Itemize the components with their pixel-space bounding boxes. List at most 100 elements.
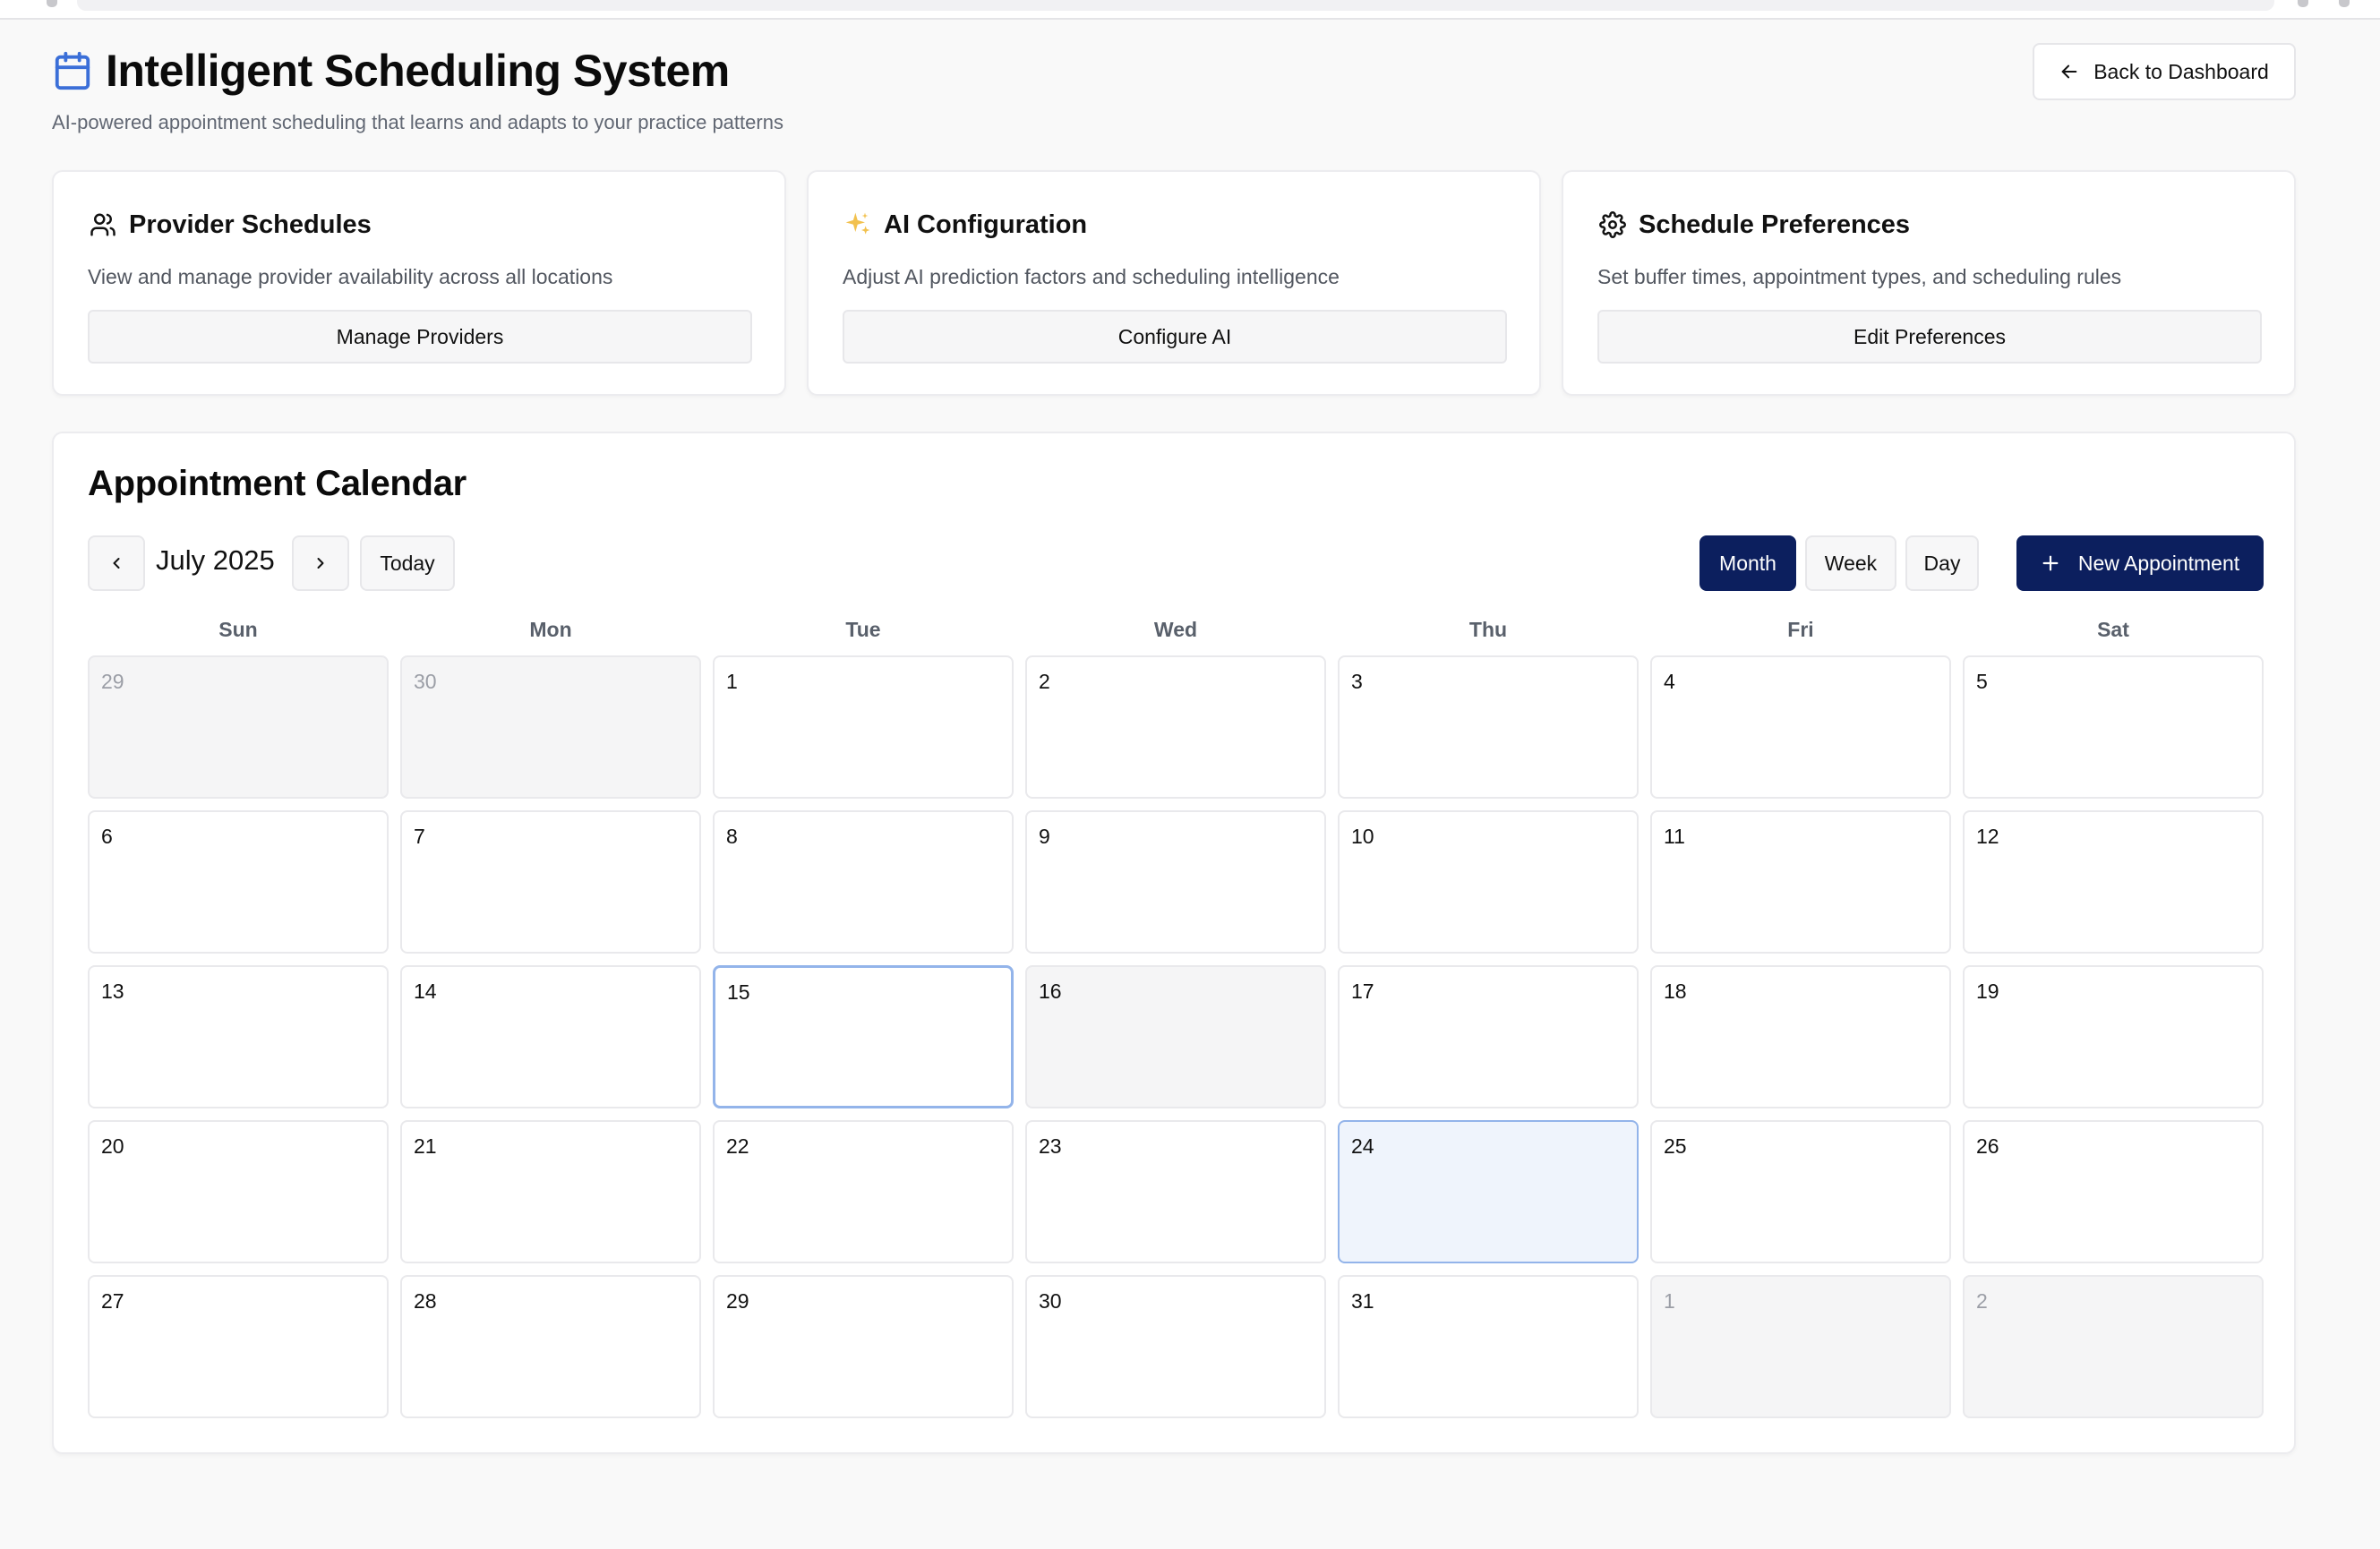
new-appointment-label: New Appointment — [2077, 551, 2240, 575]
calendar-day-cell[interactable]: 6 — [88, 810, 389, 954]
weekday-label: Mon — [529, 618, 572, 641]
browser-toolbar — [0, 0, 2380, 20]
month-view-button[interactable]: Month — [1699, 535, 1796, 591]
weekday-header: Sun Mon Tue Wed Thu Fri Sat — [88, 618, 2264, 645]
chevron-left-icon — [113, 558, 120, 569]
day-number: 25 — [1664, 1134, 1687, 1158]
day-number: 27 — [101, 1289, 124, 1313]
calendar-day-cell[interactable]: 28 — [400, 1275, 701, 1418]
calendar-day-cell[interactable]: 27 — [88, 1275, 389, 1418]
calendar-day-cell[interactable]: 22 — [713, 1120, 1014, 1263]
calendar-day-cell[interactable]: 31 — [1338, 1275, 1639, 1418]
calendar-day-cell[interactable]: 10 — [1338, 810, 1639, 954]
calendar-day-cell[interactable]: 9 — [1025, 810, 1326, 954]
calendar-day-cell[interactable]: 25 — [1650, 1120, 1951, 1263]
day-number: 8 — [726, 825, 738, 848]
day-number: 30 — [1039, 1289, 1062, 1313]
day-number: 19 — [1976, 980, 1999, 1003]
weekday-label: Tue — [845, 618, 881, 641]
calendar-day-cell[interactable]: 7 — [400, 810, 701, 954]
day-number: 30 — [414, 670, 437, 693]
calendar-day-cell[interactable]: 13 — [88, 965, 389, 1108]
day-number: 7 — [414, 825, 425, 848]
ai-configuration-card: AI Configuration Adjust AI prediction fa… — [807, 170, 1541, 396]
day-number: 17 — [1351, 980, 1374, 1003]
card-description: Adjust AI prediction factors and schedul… — [843, 265, 1340, 288]
configure-ai-button[interactable]: Configure AI — [843, 310, 1507, 364]
day-number: 26 — [1976, 1134, 1999, 1158]
calendar-day-cell[interactable]: 24 — [1338, 1120, 1639, 1263]
calendar-day-cell[interactable]: 5 — [1963, 655, 2264, 799]
day-view-button[interactable]: Day — [1905, 535, 1979, 591]
calendar-day-cell[interactable]: 17 — [1338, 965, 1639, 1108]
calendar-day-cell[interactable]: 30 — [1025, 1275, 1326, 1418]
day-number: 31 — [1351, 1289, 1374, 1313]
calendar-day-cell[interactable]: 12 — [1963, 810, 2264, 954]
page-subtitle: AI-powered appointment scheduling that l… — [52, 111, 783, 133]
card-title: AI Configuration — [884, 210, 1088, 239]
day-number: 15 — [727, 980, 750, 1004]
calendar-day-cell[interactable]: 1 — [713, 655, 1014, 799]
calendar-day-cell[interactable]: 20 — [88, 1120, 389, 1263]
calendar-day-cell[interactable]: 21 — [400, 1120, 701, 1263]
calendar-day-cell[interactable]: 23 — [1025, 1120, 1326, 1263]
calendar-day-cell[interactable]: 11 — [1650, 810, 1951, 954]
card-title: Schedule Preferences — [1639, 210, 1911, 239]
today-button[interactable]: Today — [360, 535, 455, 591]
day-number: 11 — [1664, 825, 1685, 848]
reload-icon[interactable] — [47, 0, 57, 7]
calendar-day-cell[interactable]: 18 — [1650, 965, 1951, 1108]
day-number: 9 — [1039, 825, 1050, 848]
calendar-title: Appointment Calendar — [88, 464, 467, 503]
previous-month-button[interactable] — [88, 535, 145, 591]
arrow-left-icon — [2061, 64, 2077, 79]
weekday-label: Sun — [218, 618, 258, 641]
day-number: 29 — [726, 1289, 749, 1313]
calendar-day-cell[interactable]: 19 — [1963, 965, 2264, 1108]
calendar-day-cell[interactable]: 3 — [1338, 655, 1639, 799]
provider-schedules-card: Provider Schedules View and manage provi… — [52, 170, 786, 396]
weekday-label: Wed — [1153, 618, 1198, 641]
day-number: 1 — [1664, 1289, 1675, 1313]
day-number: 5 — [1976, 670, 1988, 693]
sparkles-icon — [843, 210, 873, 240]
page-title: Intelligent Scheduling System — [106, 46, 730, 96]
calendar-day-cell[interactable]: 29 — [713, 1275, 1014, 1418]
gear-icon — [1597, 210, 1628, 240]
calendar-day-cell[interactable]: 2 — [1963, 1275, 2264, 1418]
menu-icon[interactable] — [2339, 0, 2350, 7]
page-header: Intelligent Scheduling System AI-powered… — [52, 20, 2296, 154]
day-number: 21 — [414, 1134, 437, 1158]
calendar-day-cell[interactable]: 15 — [713, 965, 1014, 1108]
day-number: 12 — [1976, 825, 1999, 848]
calendar-day-cell[interactable]: 16 — [1025, 965, 1326, 1108]
week-view-button[interactable]: Week — [1805, 535, 1896, 591]
schedule-preferences-card: Schedule Preferences Set buffer times, a… — [1562, 170, 2296, 396]
back-to-dashboard-button[interactable]: Back to Dashboard — [2033, 43, 2296, 100]
calendar-grid: 29 30 1 2 3 4 5 6 7 8 9 10 11 12 13 14 15 16 17 18 19 20 21 22 2… — [88, 655, 2264, 1422]
manage-providers-button[interactable]: Manage Providers — [88, 310, 752, 364]
calendar-day-cell[interactable]: 4 — [1650, 655, 1951, 799]
calendar-day-cell[interactable]: 30 — [400, 655, 701, 799]
card-description: Set buffer times, appointment types, and… — [1597, 265, 2122, 288]
calendar-day-cell[interactable]: 8 — [713, 810, 1014, 954]
day-number: 23 — [1039, 1134, 1062, 1158]
extension-icon[interactable] — [2298, 0, 2308, 7]
title-row: Intelligent Scheduling System — [52, 45, 730, 97]
calendar-day-cell[interactable]: 29 — [88, 655, 389, 799]
day-number: 18 — [1664, 980, 1687, 1003]
calendar-day-cell[interactable]: 14 — [400, 965, 701, 1108]
new-appointment-button[interactable]: New Appointment — [2016, 535, 2264, 591]
calendar-day-cell[interactable]: 2 — [1025, 655, 1326, 799]
day-number: 16 — [1039, 980, 1062, 1003]
address-bar[interactable] — [77, 0, 2274, 11]
back-to-dashboard-label: Back to Dashboard — [2093, 59, 2269, 83]
edit-preferences-button[interactable]: Edit Preferences — [1597, 310, 2262, 364]
calendar-day-cell[interactable]: 1 — [1650, 1275, 1951, 1418]
day-number: 14 — [414, 980, 437, 1003]
day-number: 22 — [726, 1134, 749, 1158]
calendar-day-cell[interactable]: 26 — [1963, 1120, 2264, 1263]
feature-cards: Provider Schedules View and manage provi… — [52, 170, 2296, 396]
calendar-toolbar: July 2025 Today Month Week Day New Appoi… — [88, 535, 2264, 591]
next-month-button[interactable] — [292, 535, 349, 591]
